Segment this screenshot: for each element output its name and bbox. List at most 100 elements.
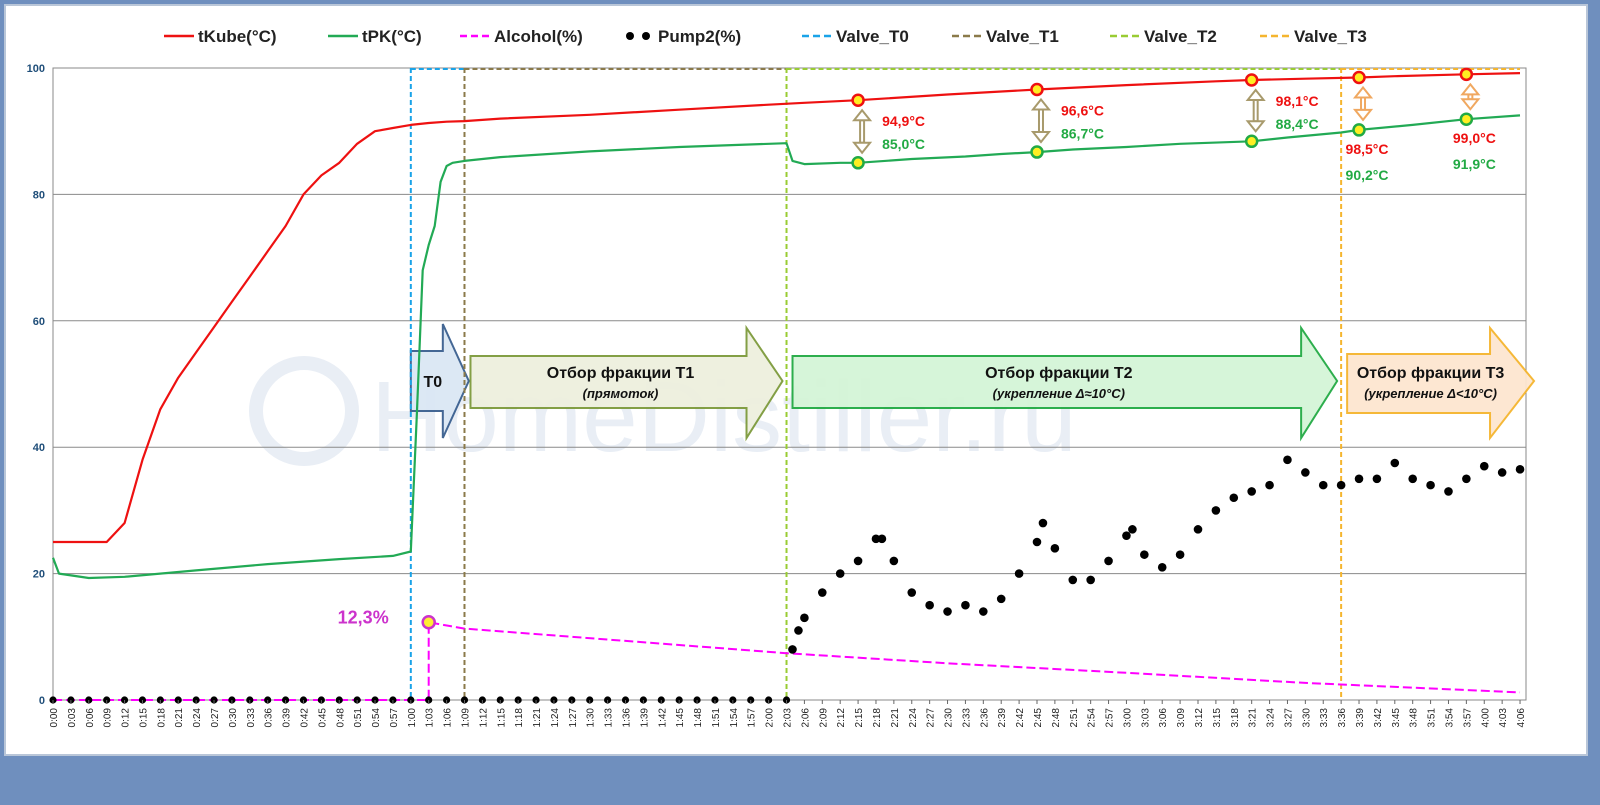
pump2-point bbox=[800, 613, 809, 623]
alcohol-peak-label: 12,3% bbox=[338, 607, 389, 627]
tpk-marker bbox=[851, 156, 865, 170]
x-tick-label: 0:45 bbox=[317, 708, 328, 728]
x-tick-label: 2:27 bbox=[926, 708, 937, 728]
x-tick-label: 1:18 bbox=[514, 708, 525, 728]
x-tick-label: 2:36 bbox=[979, 708, 990, 728]
x-tick-label: 2:03 bbox=[783, 708, 794, 728]
pump2-point bbox=[1515, 465, 1525, 474]
pump2-point bbox=[817, 588, 827, 597]
alcohol-peak-marker bbox=[421, 615, 436, 630]
legend-label-2: Alcohol(%) bbox=[494, 27, 583, 46]
x-tick-label: 0:54 bbox=[371, 708, 382, 728]
delta-arrow-head-down bbox=[1245, 120, 1266, 133]
tpk-value-label: 85,0°C bbox=[882, 136, 925, 152]
x-tick-label: 3:12 bbox=[1194, 708, 1205, 728]
x-tick-label: 1:57 bbox=[747, 708, 758, 728]
x-tick-label: 1:24 bbox=[550, 708, 561, 728]
x-tick-label: 3:39 bbox=[1355, 708, 1366, 728]
x-tick-label: 0:06 bbox=[85, 708, 96, 728]
pump2-point bbox=[1318, 480, 1328, 490]
x-tick-label: 2:24 bbox=[908, 708, 919, 728]
pump2-point bbox=[1497, 468, 1507, 477]
pump2-point bbox=[1426, 480, 1435, 490]
x-tick-label: 1:27 bbox=[568, 708, 579, 728]
tkube-value-label: 98,5°C bbox=[1346, 141, 1389, 157]
x-tick-label: 2:39 bbox=[997, 708, 1008, 728]
pump2-point bbox=[1086, 575, 1095, 585]
delta-arrow-shaft bbox=[1252, 99, 1259, 123]
x-tick-label: 3:15 bbox=[1212, 708, 1223, 728]
pump2-point bbox=[835, 569, 845, 578]
x-tick-label: 3:45 bbox=[1391, 708, 1402, 728]
x-tick-label: 2:57 bbox=[1105, 708, 1116, 728]
x-tick-label: 3:06 bbox=[1158, 708, 1169, 728]
x-tick-label: 3:09 bbox=[1176, 708, 1187, 728]
pump2-point bbox=[1157, 562, 1167, 572]
x-tick-label: 3:33 bbox=[1319, 708, 1330, 728]
x-tick-label: 3:03 bbox=[1140, 708, 1151, 728]
x-tick-label: 2:09 bbox=[818, 708, 829, 728]
phase-subtitle-2: (укрепление Δ≈10°С) bbox=[993, 386, 1125, 401]
x-tick-label: 1:42 bbox=[657, 708, 668, 728]
x-tick-label: 1:03 bbox=[425, 708, 436, 728]
x-tick-label: 0:21 bbox=[174, 708, 185, 728]
x-tick-label: 0:57 bbox=[389, 708, 400, 728]
x-tick-label: 0:09 bbox=[103, 708, 114, 728]
legend-swatch-pump2 bbox=[642, 32, 650, 40]
x-tick-label: 3:27 bbox=[1283, 708, 1294, 728]
pump2-point bbox=[1479, 461, 1489, 471]
pump2-point bbox=[1301, 468, 1310, 477]
x-tick-label: 0:27 bbox=[210, 708, 221, 728]
delta-arrow-head-up bbox=[1460, 82, 1481, 96]
phase-subtitle-3: (укрепление Δ<10°С) bbox=[1364, 386, 1497, 401]
pump2-point bbox=[889, 556, 899, 566]
delta-arrow-shaft bbox=[1037, 108, 1044, 134]
x-tick-label: 2:45 bbox=[1033, 708, 1044, 728]
legend-label-4: Valve_T0 bbox=[836, 27, 909, 46]
x-tick-label: 2:30 bbox=[944, 708, 955, 728]
pump2-point bbox=[1128, 525, 1137, 534]
phase-title-1: Отбор фракции Т1 bbox=[547, 365, 695, 382]
pump2-point bbox=[1444, 487, 1453, 496]
x-tick-label: 2:12 bbox=[836, 708, 847, 728]
pump2-point bbox=[1354, 474, 1364, 484]
x-tick-label: 3:18 bbox=[1230, 708, 1241, 728]
x-tick-label: 4:06 bbox=[1516, 708, 1527, 728]
x-tick-label: 1:06 bbox=[443, 708, 454, 728]
legend-label-7: Valve_T3 bbox=[1294, 27, 1367, 46]
delta-arrow-shaft bbox=[859, 119, 866, 144]
x-tick-label: 2:18 bbox=[872, 708, 883, 728]
phase-title-0: T0 bbox=[423, 374, 442, 391]
legend-label-0: tKube(°C) bbox=[198, 27, 277, 46]
x-tick-label: 3:48 bbox=[1409, 708, 1420, 728]
x-tick-label: 1:54 bbox=[729, 708, 740, 728]
pump2-point bbox=[1408, 474, 1417, 484]
pump2-point bbox=[925, 600, 934, 610]
y-tick-label-40: 40 bbox=[33, 442, 45, 454]
legend-label-5: Valve_T1 bbox=[986, 27, 1059, 46]
x-tick-label: 3:57 bbox=[1462, 708, 1473, 728]
pump2-point bbox=[1265, 480, 1274, 490]
pump2-point bbox=[1068, 575, 1078, 585]
pump2-point bbox=[1122, 531, 1131, 540]
pump2-point bbox=[1193, 525, 1203, 534]
tpk-value-label: 88,4°C bbox=[1276, 116, 1319, 132]
y-tick-label-60: 60 bbox=[33, 316, 45, 328]
y-tick-label-100: 100 bbox=[27, 63, 45, 75]
delta-arrow-shaft bbox=[1360, 96, 1367, 111]
x-tick-label: 2:51 bbox=[1069, 708, 1080, 728]
delta-arrow-head-down bbox=[1030, 131, 1052, 144]
x-tick-label: 2:15 bbox=[854, 708, 865, 728]
x-tick-label: 3:21 bbox=[1248, 708, 1259, 728]
x-tick-label: 2:33 bbox=[961, 708, 972, 728]
x-tick-label: 4:03 bbox=[1498, 708, 1509, 728]
pump2-point bbox=[1229, 493, 1239, 503]
x-tick-label: 0:00 bbox=[49, 708, 60, 728]
x-tick-label: 0:18 bbox=[156, 708, 167, 728]
x-tick-label: 0:39 bbox=[282, 708, 293, 728]
x-tick-label: 3:36 bbox=[1337, 708, 1348, 728]
pump2-point bbox=[1211, 506, 1221, 515]
y-tick-label-20: 20 bbox=[33, 569, 45, 581]
pump2-point bbox=[1050, 544, 1060, 553]
x-tick-label: 1:36 bbox=[622, 708, 633, 728]
